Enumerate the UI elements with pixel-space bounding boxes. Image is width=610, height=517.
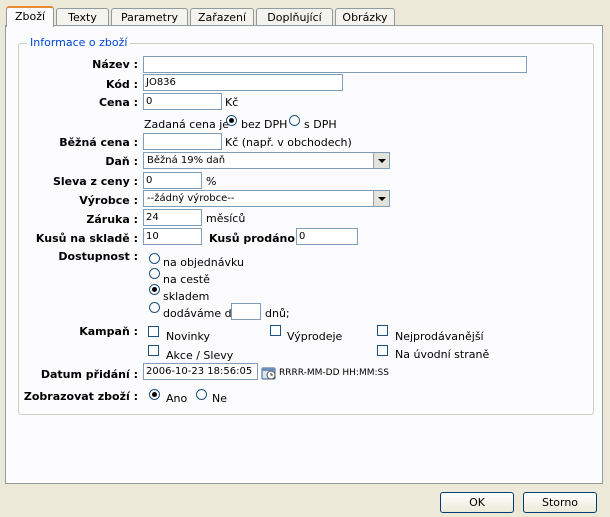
- zaruka-input[interactable]: 24: [143, 209, 202, 226]
- vyrobce-select[interactable]: --žádný výrobce--: [143, 190, 390, 207]
- tab-doplnujici[interactable]: Doplňující: [256, 8, 333, 25]
- ok-button[interactable]: OK: [440, 492, 514, 513]
- radio-na-objednavku[interactable]: [149, 253, 160, 264]
- datum-format: RRRR-MM-DD HH:MM:SS: [279, 368, 389, 378]
- radio-bez-dph[interactable]: [226, 115, 237, 126]
- bezna-cena-label: Běžná cena :: [59, 136, 138, 149]
- nazev-label: Název :: [92, 58, 138, 71]
- chevron-down-icon: [373, 153, 389, 168]
- datum-label: Datum přidání :: [40, 368, 138, 381]
- fieldset-legend: Informace o zboží: [27, 36, 131, 49]
- checkbox-akce-slevy[interactable]: [148, 345, 159, 356]
- dan-label: Daň :: [105, 155, 138, 168]
- akce-slevy-label: Akce / Slevy: [166, 349, 234, 362]
- tab-texty[interactable]: Texty: [56, 8, 109, 25]
- na-ceste-label: na cestě: [163, 273, 210, 286]
- checkbox-vyprodeje[interactable]: [270, 325, 281, 336]
- cena-label: Cena :: [98, 96, 138, 109]
- calendar-icon[interactable]: [261, 366, 277, 380]
- checkbox-na-uvodni-strane[interactable]: [377, 345, 388, 356]
- s-dph-label: s DPH: [304, 118, 337, 131]
- vyrobce-label: Výrobce :: [79, 194, 138, 207]
- radio-na-ceste[interactable]: [149, 268, 160, 279]
- bezna-cena-unit: Kč (např. v obchodech): [225, 136, 352, 149]
- checkbox-nejprodavanejsi[interactable]: [377, 325, 388, 336]
- zaruka-label: Záruka :: [86, 213, 138, 226]
- ano-label: Ano: [166, 392, 188, 405]
- cena-unit: Kč: [225, 96, 239, 109]
- dan-select-value: Běžná 19% daň: [147, 155, 226, 166]
- tab-parametry[interactable]: Parametry: [111, 8, 188, 25]
- na-uvodni-strane-label: Na úvodní straně: [395, 348, 490, 361]
- zadana-cena-text: Zadaná cena je: [144, 118, 230, 131]
- kusu-skladem-input[interactable]: 10: [143, 228, 202, 245]
- nazev-input[interactable]: [143, 56, 527, 73]
- sleva-unit: %: [206, 175, 217, 188]
- dan-select[interactable]: Běžná 19% daň: [143, 152, 390, 169]
- kod-label: Kód :: [106, 78, 138, 91]
- radio-ne[interactable]: [196, 389, 207, 400]
- kod-input[interactable]: JO836: [143, 74, 343, 91]
- kusu-prodano-label: Kusů prodáno :: [209, 232, 304, 245]
- cena-input[interactable]: 0: [143, 93, 222, 110]
- radio-skladem[interactable]: [149, 284, 160, 295]
- dodavame-dny-unit: dnů;: [265, 307, 290, 320]
- novinky-label: Novinky: [166, 330, 210, 343]
- radio-s-dph[interactable]: [289, 115, 300, 126]
- radio-ano[interactable]: [149, 389, 160, 400]
- sleva-input[interactable]: 0: [143, 172, 202, 189]
- vyrobce-select-value: --žádný výrobce--: [147, 193, 235, 204]
- tab-zarazeni[interactable]: Zařazení: [190, 8, 254, 25]
- na-objednavku-label: na objednávku: [163, 256, 244, 269]
- kusu-skladem-label: Kusů na skladě :: [35, 232, 138, 245]
- tab-obrazky[interactable]: Obrázky: [335, 8, 395, 25]
- sleva-label: Sleva z ceny :: [52, 175, 138, 188]
- dostupnost-label: Dostupnost :: [58, 250, 138, 263]
- tab-zbozi[interactable]: Zboží: [6, 6, 54, 27]
- nejprodavanejsi-label: Nejprodávanější: [395, 330, 484, 343]
- kusu-prodano-input[interactable]: 0: [296, 228, 358, 245]
- bez-dph-label: bez DPH: [241, 118, 288, 131]
- checkbox-novinky[interactable]: [148, 326, 159, 337]
- bezna-cena-input[interactable]: [143, 133, 222, 150]
- ne-label: Ne: [212, 392, 227, 405]
- dodavame-dny-input[interactable]: [231, 303, 261, 320]
- chevron-down-icon: [373, 191, 389, 206]
- radio-dodavame-do[interactable]: [149, 302, 160, 313]
- zobrazovat-label: Zobrazovat zboží :: [23, 390, 138, 403]
- dodavame-do-label: dodáváme do: [163, 307, 239, 320]
- zaruka-unit: měsíců: [206, 212, 246, 225]
- vyprodeje-label: Výprodeje: [287, 330, 343, 343]
- datum-input[interactable]: 2006-10-23 18:56:05: [143, 363, 258, 380]
- cancel-button[interactable]: Storno: [523, 492, 597, 513]
- kampan-label: Kampaň :: [79, 325, 138, 338]
- skladem-label: skladem: [163, 290, 210, 303]
